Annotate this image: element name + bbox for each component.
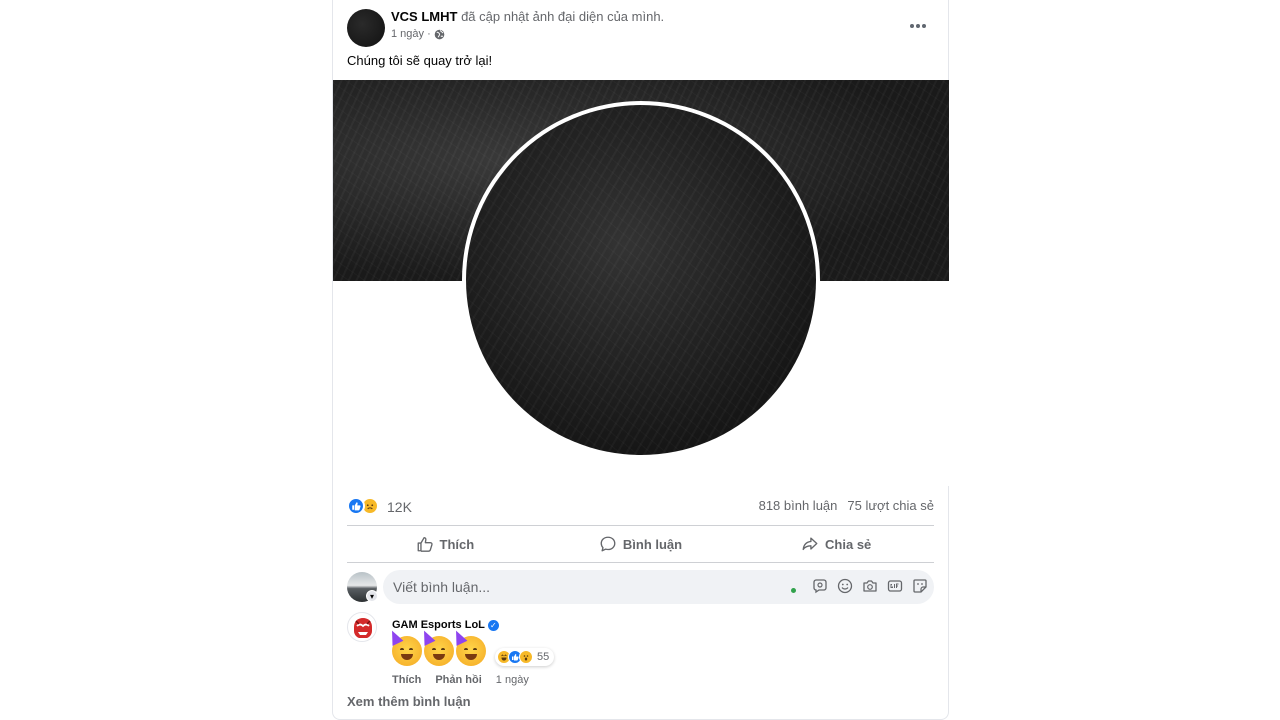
share-icon [802, 537, 818, 551]
post-title: VCS LMHT đã cập nhật ảnh đại diện của mì… [391, 9, 664, 25]
post-actions: Thích Bình luận Chia sẻ [347, 528, 934, 560]
thumbs-up-icon [417, 537, 433, 552]
post-caption: Chúng tôi sẽ quay trở lại! [347, 53, 493, 68]
wow-reaction-icon [519, 650, 533, 664]
party-face-emoji-icon [450, 628, 486, 666]
post-card: VCS LMHT đã cập nhật ảnh đại diện của mì… [332, 0, 949, 720]
comment-item: GAM Esports LoL ✓ 55 Thích Phản hồi 1 ng… [347, 612, 934, 692]
post-header: VCS LMHT đã cập nhật ảnh đại diện của mì… [347, 8, 934, 48]
reaction-icons[interactable] [347, 497, 379, 515]
party-face-emoji-icon [418, 628, 454, 666]
comment-emojis [386, 628, 486, 666]
view-more-comments-link[interactable]: Xem thêm bình luận [347, 694, 471, 709]
more-dot-icon [910, 24, 914, 28]
share-button[interactable]: Chia sẻ [738, 528, 934, 560]
comment-button-label: Bình luận [622, 536, 683, 552]
camera-icon[interactable] [862, 578, 878, 594]
like-button-label: Thích [439, 536, 475, 552]
gif-icon[interactable] [887, 578, 903, 594]
verified-badge-icon: ✓ [487, 619, 499, 631]
emoji-icon[interactable] [837, 578, 853, 594]
share-button-label: Chia sẻ [825, 536, 872, 552]
action-text: đã cập nhật ảnh đại diện của mình. [457, 9, 665, 24]
comment-like-button[interactable]: Thích [392, 674, 421, 686]
divider [347, 525, 934, 526]
party-face-emoji-icon [386, 628, 422, 666]
post-time[interactable]: 1 ngày · [391, 28, 431, 40]
comment-reactions[interactable]: 55 [495, 648, 555, 666]
commenter-name-link[interactable]: GAM Esports LoL [392, 619, 485, 631]
chevron-down-icon[interactable]: ▾ [366, 590, 378, 602]
reaction-count[interactable]: 12K [387, 499, 412, 515]
page-avatar[interactable] [347, 9, 385, 47]
comment-actions: Thích Phản hồi 1 ngày [392, 674, 529, 686]
commenter-avatar[interactable] [347, 612, 377, 642]
active-status-dot [791, 588, 796, 593]
more-dot-icon [922, 24, 926, 28]
comment-time[interactable]: 1 ngày [496, 674, 529, 686]
share-count[interactable]: 75 lượt chia sẻ [847, 498, 934, 513]
profile-photo [466, 105, 816, 455]
page-name-link[interactable]: VCS LMHT [391, 9, 457, 24]
comment-button[interactable]: Bình luận [543, 528, 739, 560]
comment-icon [600, 536, 616, 552]
composer-tools [812, 578, 928, 594]
more-options-button[interactable] [904, 14, 932, 38]
post-photo[interactable] [333, 80, 949, 486]
stats-right: 818 bình luận 75 lượt chia sẻ [759, 498, 934, 513]
comment-reaction-count: 55 [537, 651, 550, 663]
comment-count[interactable]: 818 bình luận [759, 498, 838, 513]
divider [347, 562, 934, 563]
post-meta: 1 ngày · [391, 28, 445, 40]
commenter-name: GAM Esports LoL ✓ [392, 619, 499, 631]
like-button[interactable]: Thích [347, 528, 543, 560]
avatar-sticker-icon[interactable] [812, 578, 828, 594]
globe-icon [434, 29, 445, 39]
sticker-icon[interactable] [912, 578, 928, 594]
like-reaction-icon [347, 497, 365, 515]
comment-composer: ▾ [347, 570, 934, 604]
comment-reply-button[interactable]: Phản hồi [435, 674, 481, 686]
post-stats: 12K 818 bình luận 75 lượt chia sẻ [347, 496, 934, 516]
more-dot-icon [916, 24, 920, 28]
